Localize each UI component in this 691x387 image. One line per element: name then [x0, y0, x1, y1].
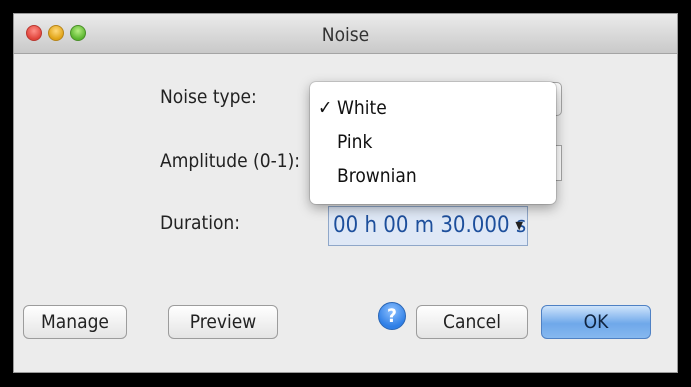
cancel-button[interactable]: Cancel: [416, 305, 528, 339]
noise-type-dropdown-menu: ✓ White Pink Brownian: [310, 82, 556, 204]
title-bar[interactable]: Noise: [14, 14, 677, 54]
duration-format-dropdown-icon[interactable]: ▼: [515, 207, 523, 245]
option-label: White: [337, 97, 387, 119]
ok-button[interactable]: OK: [541, 305, 651, 339]
duration-label: Duration:: [160, 212, 240, 234]
amplitude-label: Amplitude (0-1):: [160, 150, 301, 172]
option-label: Pink: [337, 131, 373, 153]
duration-time-control[interactable]: 00 h 00 m 30.000 s ▼: [328, 206, 528, 246]
noise-type-label: Noise type:: [160, 86, 257, 108]
option-label: Brownian: [337, 165, 417, 187]
noise-dialog: Noise Noise type: Amplitude (0-1): Durat…: [13, 13, 678, 373]
help-icon[interactable]: ?: [378, 302, 406, 330]
window-title: Noise: [321, 24, 370, 46]
checkmark-icon: ✓: [318, 97, 333, 119]
noise-type-option-pink[interactable]: Pink: [310, 126, 556, 158]
noise-type-option-brownian[interactable]: Brownian: [310, 160, 556, 192]
preview-button[interactable]: Preview: [168, 305, 278, 339]
noise-type-option-white[interactable]: ✓ White: [310, 92, 556, 124]
manage-button[interactable]: Manage: [23, 305, 127, 339]
duration-value: 00 h 00 m 30.000 s: [333, 213, 527, 238]
